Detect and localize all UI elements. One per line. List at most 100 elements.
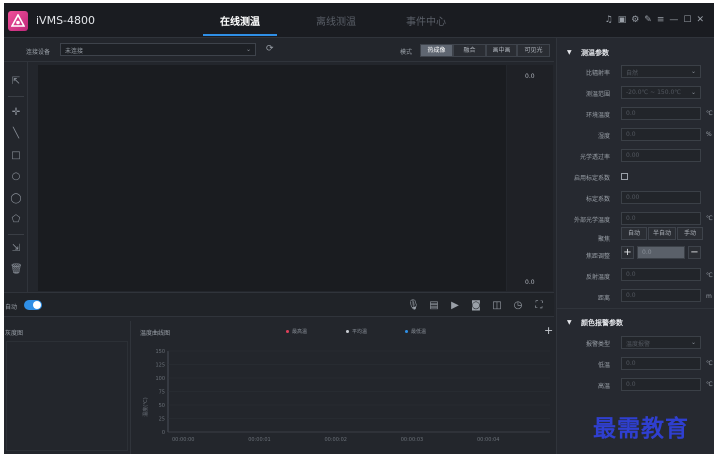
scale-max-value: 0.0	[525, 73, 535, 80]
gear-icon[interactable]: ⚙	[631, 13, 639, 27]
focus-manual-button[interactable]: 手动	[677, 227, 703, 240]
view-bottom-bar: 自动 🎙 ▤ ▶ ◙ ◫ ◷ ⛶	[4, 292, 554, 317]
x-tick-label: 00:00:04	[477, 437, 499, 443]
alarm-type-label: 报警类型	[585, 341, 610, 348]
circle-icon[interactable]: ○	[10, 171, 22, 183]
focus-adjust-label: 焦距调整	[585, 253, 610, 260]
focus-auto-button[interactable]: 自动	[621, 227, 647, 240]
mode-thermal-button[interactable]: 热成像	[420, 44, 453, 57]
scale-min-value: 0.0	[525, 279, 535, 286]
emissivity-label: 比辐射率	[585, 70, 610, 77]
line-icon[interactable]: ╲	[10, 128, 22, 140]
polygon-icon[interactable]: ⬠	[10, 214, 22, 226]
low-temp-input[interactable]: 0.0	[621, 357, 701, 370]
cursor-icon[interactable]: ⇱	[10, 76, 22, 88]
reflect-temp-label: 反射温度	[585, 274, 610, 281]
tab-offline-measure[interactable]: 离线测温	[299, 13, 373, 28]
alarm-type-select[interactable]: 温度报警 ⌄	[621, 336, 701, 349]
y-tick-label: 0	[162, 430, 165, 436]
humidity-input[interactable]: 0.0	[621, 128, 701, 141]
device-select-value: 未连接	[65, 48, 84, 55]
section-divider	[557, 308, 714, 309]
video-icon[interactable]: ▶	[449, 300, 461, 312]
chevron-down-icon: ⌄	[690, 339, 696, 346]
mode-visible-button[interactable]: 可见光	[517, 44, 550, 57]
screenshot-icon[interactable]: ▣	[618, 13, 627, 27]
history-icon[interactable]: ◷	[512, 300, 524, 312]
ellipse-icon[interactable]: ◯	[10, 193, 22, 205]
distance-input[interactable]: 0.0	[621, 289, 701, 302]
app-logo-icon	[8, 11, 28, 31]
camera-icon[interactable]: ◙	[470, 300, 482, 312]
transmittance-input[interactable]: 0.00	[621, 149, 701, 162]
temperature-curve-panel: 温度曲线图 最高温 平均温 最低温 + 温度(℃) 150 125 100 75 50 2…	[134, 321, 554, 454]
app-title: iVMS-4800	[36, 14, 96, 27]
y-tick-label: 25	[159, 417, 165, 423]
high-temp-unit: ℃	[706, 381, 713, 388]
reflect-temp-input[interactable]: 0.0	[621, 268, 701, 281]
brush-icon[interactable]: ✎	[644, 13, 652, 27]
select-icon[interactable]: ⇲	[10, 243, 22, 255]
device-select[interactable]: 未连接 ⌄	[60, 43, 256, 56]
distance-label: 距离	[597, 295, 610, 302]
microphone-icon[interactable]: 🎙	[407, 300, 420, 312]
device-label: 连接设备	[26, 49, 51, 56]
x-tick-label: 00:00:03	[401, 437, 423, 443]
minimize-icon[interactable]: —	[669, 13, 678, 27]
y-tick-label: 50	[159, 403, 165, 409]
focus-semi-auto-button[interactable]: 半自动	[648, 227, 676, 240]
range-select[interactable]: -20.0℃ ~ 150.0℃ ⌄	[621, 86, 701, 99]
y-tick-label: 75	[159, 390, 165, 396]
emissivity-select[interactable]: 自然 ⌄	[621, 65, 701, 78]
auto-toggle[interactable]	[24, 300, 42, 310]
measure-tools: ⇱ ✛ ╲ □ ○ ◯ ⬠ ⇲ 🗑	[4, 62, 28, 292]
high-temp-input[interactable]: 0.0	[621, 378, 701, 391]
maximize-icon[interactable]: ☐	[683, 13, 691, 27]
split-view-icon[interactable]: ◫	[491, 300, 503, 312]
humidity-label: 湿度	[597, 133, 610, 140]
collapse-arrow-icon[interactable]: ▼	[567, 319, 572, 326]
ambient-temp-input[interactable]: 0.0	[621, 107, 701, 120]
refresh-icon[interactable]: ⟳	[266, 44, 274, 54]
auto-label: 自动	[5, 304, 18, 311]
ext-optics-temp-unit: ℃	[706, 215, 713, 222]
chevron-down-icon: ⌄	[245, 46, 251, 53]
fullscreen-icon[interactable]: ⛶	[533, 300, 545, 312]
window-controls: ♫ ▣ ⚙ ✎ ≡ — ☐ ✕	[605, 13, 704, 27]
calib-input[interactable]: 0.00	[621, 191, 701, 204]
x-tick-label: 00:00:00	[172, 437, 194, 443]
collapse-arrow-icon[interactable]: ▼	[567, 49, 572, 56]
distance-unit: m	[706, 293, 712, 300]
humidity-unit: %	[706, 131, 712, 138]
y-tick-label: 125	[155, 363, 165, 369]
close-icon[interactable]: ✕	[696, 13, 704, 27]
tool-divider	[8, 234, 24, 235]
ambient-temp-unit: ℃	[706, 110, 713, 117]
range-value: -20.0℃ ~ 150.0℃	[626, 89, 682, 96]
tab-online-measure[interactable]: 在线测温	[203, 13, 277, 28]
focus-adjust-value: 0.0	[637, 246, 685, 259]
ext-optics-temp-input[interactable]: 0.0	[621, 212, 701, 225]
thermal-view[interactable]	[38, 65, 506, 291]
low-temp-label: 低温	[597, 362, 610, 369]
watermark: 最需教育	[593, 416, 689, 442]
mode-pip-button[interactable]: 画中画	[486, 44, 517, 57]
temperature-scale: 0.0 0.0	[507, 65, 553, 291]
ambient-temp-label: 环境温度	[585, 112, 610, 119]
focus-plus-button[interactable]: +	[621, 246, 634, 259]
record-icon[interactable]: ▤	[428, 300, 440, 312]
delete-icon[interactable]: 🗑	[10, 264, 23, 276]
menu-icon[interactable]: ≡	[657, 13, 665, 27]
bell-icon[interactable]: ♫	[605, 13, 613, 27]
active-tab-indicator	[203, 34, 277, 36]
point-icon[interactable]: ✛	[10, 107, 22, 119]
tab-event-center[interactable]: 事件中心	[389, 13, 463, 28]
title-bar: iVMS-4800 在线测温 离线测温 事件中心 ♫ ▣ ⚙ ✎ ≡ — ☐ ✕	[4, 3, 714, 38]
rectangle-icon[interactable]: □	[10, 150, 22, 162]
focus-minus-button[interactable]: −	[688, 246, 701, 259]
calib-enable-checkbox[interactable]	[621, 173, 628, 180]
y-axis-label: 温度(℃)	[142, 397, 149, 417]
y-tick-label: 100	[155, 376, 165, 382]
alarm-section-title: 颜色报警参数	[581, 319, 623, 327]
mode-fusion-button[interactable]: 融合	[453, 44, 486, 57]
